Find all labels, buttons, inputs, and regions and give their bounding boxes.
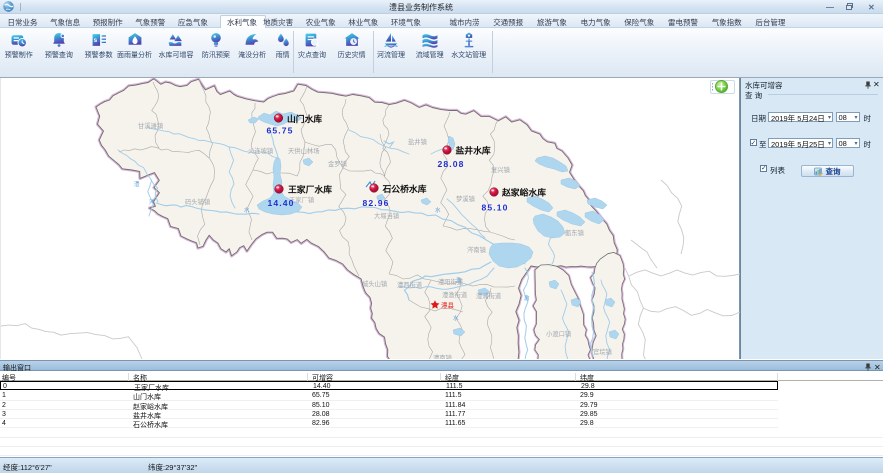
svg-text:盐井水库: 盐井水库	[456, 145, 491, 156]
svg-text:65.75: 65.75	[267, 125, 294, 135]
svg-text:水: 水	[244, 206, 250, 214]
svg-text:85.10: 85.10	[482, 202, 509, 212]
svg-text:涔南镇: 涔南镇	[467, 245, 487, 254]
svg-text:澧西街道: 澧西街道	[397, 280, 423, 289]
svg-text:金罗镇: 金罗镇	[328, 159, 348, 168]
svg-text:82.96: 82.96	[363, 198, 390, 208]
svg-text:王家厂水库: 王家厂水库	[288, 184, 332, 195]
svg-text:涔: 涔	[149, 198, 155, 206]
svg-text:火连坡镇: 火连坡镇	[248, 146, 274, 155]
svg-text:小渡口镇: 小渡口镇	[546, 329, 572, 338]
svg-text:大堰当镇: 大堰当镇	[374, 211, 400, 220]
svg-text:水: 水	[435, 206, 441, 214]
svg-text:城头山镇: 城头山镇	[362, 279, 388, 288]
svg-text:码头铺镇: 码头铺镇	[185, 197, 211, 206]
svg-text:澹: 澹	[524, 294, 530, 302]
svg-text:复兴镇: 复兴镇	[491, 165, 511, 174]
svg-text:天供山林场: 天供山林场	[288, 146, 319, 155]
svg-text:28.08: 28.08	[438, 159, 465, 169]
svg-text:澹: 澹	[456, 276, 462, 284]
svg-text:甘溪滩镇: 甘溪滩镇	[138, 121, 164, 130]
svg-text:甑东镇: 甑东镇	[565, 228, 585, 237]
svg-text:澧澹街道: 澧澹街道	[442, 290, 468, 299]
svg-text:官垸镇: 官垸镇	[593, 347, 613, 356]
svg-text:石公桥水库: 石公桥水库	[382, 183, 427, 194]
svg-text:赵家峪水库: 赵家峪水库	[501, 187, 546, 198]
svg-text:水: 水	[453, 314, 459, 322]
svg-text:盐井镇: 盐井镇	[408, 137, 428, 146]
svg-text:澧浦街道: 澧浦街道	[476, 291, 502, 300]
svg-text:梦溪镇: 梦溪镇	[456, 194, 476, 203]
svg-text:14.40: 14.40	[268, 198, 295, 208]
svg-text:s: s	[93, 37, 97, 44]
svg-text:澧县: 澧县	[441, 301, 455, 310]
svg-text:山门水库: 山门水库	[287, 113, 322, 124]
svg-text:澧: 澧	[134, 180, 140, 188]
